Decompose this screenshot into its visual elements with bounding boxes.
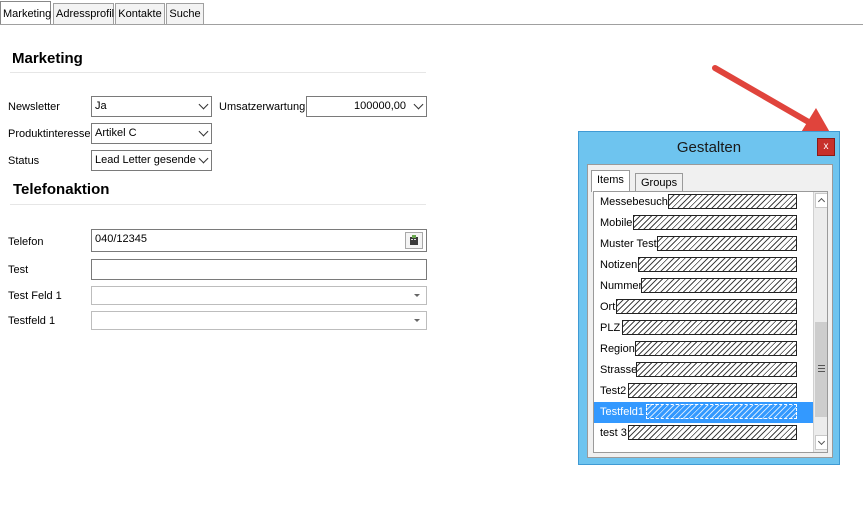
list-item-label: Test2: [600, 385, 627, 397]
produkt-label: Produktinteresse: [8, 128, 91, 140]
list-item[interactable]: Strasse: [594, 360, 814, 381]
umsatz-value: 100000,00: [354, 100, 406, 112]
scrollbar[interactable]: [813, 192, 827, 452]
hatched-field-bar[interactable]: [641, 278, 797, 293]
list-item-label: PLZ: [600, 322, 621, 334]
umsatz-label: Umsatzerwartung: [219, 101, 306, 113]
items-list[interactable]: Messebesuch Mobile Muster Test Notizen N…: [593, 191, 828, 453]
grip-icon: [818, 371, 825, 372]
list-item[interactable]: Muster Test: [594, 234, 814, 255]
list-item-label: Testfeld1: [600, 406, 645, 418]
list-item-label: Notizen: [600, 259, 638, 271]
list-item-label: Messebesuch: [600, 196, 668, 208]
list-item-label: Mobile: [600, 217, 633, 229]
newsletter-label: Newsletter: [8, 101, 60, 113]
list-item[interactable]: PLZ: [594, 318, 814, 339]
chevron-down-icon: [198, 153, 209, 164]
newsletter-value: Ja: [95, 100, 107, 112]
list-item-label: test 3: [600, 427, 627, 439]
hatched-field-bar[interactable]: [635, 341, 797, 356]
testfeld1-select[interactable]: [91, 286, 427, 305]
chevron-down-icon: [198, 99, 209, 110]
hatched-field-bar[interactable]: [657, 236, 797, 251]
dialog-body: Items Groups Messebesuch Mobile Muster T…: [587, 164, 833, 458]
dropdown-arrow-icon: [414, 294, 420, 297]
hatched-field-bar[interactable]: [628, 383, 797, 398]
scrollbar-thumb[interactable]: [815, 322, 827, 417]
telefon-value: 040/12345: [95, 233, 147, 245]
list-item-label: Ort: [600, 301, 616, 313]
tab-suche[interactable]: Suche: [166, 3, 204, 24]
chevron-down-icon: [198, 126, 209, 137]
tab-strip-border: [0, 24, 863, 25]
red-arrow-icon: [712, 65, 832, 136]
newsletter-select[interactable]: Ja: [91, 96, 212, 117]
chevron-down-icon: [413, 99, 424, 110]
tab-kontakte[interactable]: Kontakte: [115, 3, 165, 24]
chevron-down-icon: [817, 437, 826, 446]
list-item[interactable]: Messebesuch: [594, 192, 814, 213]
status-label: Status: [8, 155, 40, 167]
list-item-label: Muster Test: [600, 238, 657, 250]
test-label: Test: [8, 264, 29, 276]
testfeld1b-label: Testfeld 1: [8, 315, 56, 327]
hatched-field-bar[interactable]: [633, 215, 797, 230]
hatched-field-bar[interactable]: [646, 404, 797, 419]
phone-dial-icon[interactable]: [405, 232, 423, 249]
hatched-field-bar[interactable]: [616, 299, 797, 314]
hatched-field-bar[interactable]: [636, 362, 797, 377]
testfeld1b-select[interactable]: [91, 311, 427, 330]
grip-icon: [818, 368, 825, 369]
dialog-title: Gestalten: [676, 139, 742, 156]
list-item[interactable]: Ort: [594, 297, 814, 318]
telefon-field[interactable]: 040/12345: [91, 229, 427, 252]
umsatz-select[interactable]: 100000,00: [306, 96, 427, 117]
produkt-value: Artikel C: [95, 127, 137, 139]
list-item[interactable]: Mobile: [594, 213, 814, 234]
list-item-label: Nummer: [600, 280, 643, 292]
hatched-field-bar[interactable]: [622, 320, 797, 335]
list-item[interactable]: test 3: [594, 423, 814, 444]
list-item[interactable]: Notizen: [594, 255, 814, 276]
list-item[interactable]: Test2: [594, 381, 814, 402]
testfeld1-label: Test Feld 1: [8, 290, 62, 302]
scroll-down-button[interactable]: [815, 435, 827, 450]
list-item-label: Strasse: [600, 364, 638, 376]
chevron-up-icon: [817, 197, 826, 206]
tab-items[interactable]: Items: [591, 170, 630, 192]
list-item-label: Region: [600, 343, 635, 355]
close-button[interactable]: x: [817, 138, 835, 156]
tab-adressprofil[interactable]: Adressprofil: [53, 3, 114, 24]
gestalten-dialog: Gestalten x Items Groups Messebesuch Mob…: [578, 131, 840, 465]
section-title-marketing: Marketing: [12, 50, 83, 67]
dropdown-arrow-icon: [414, 319, 420, 322]
section-title-telefonaktion: Telefonaktion: [13, 181, 110, 198]
status-value: Lead Letter gesende: [95, 154, 196, 166]
tab-groups[interactable]: Groups: [635, 173, 684, 192]
list-item[interactable]: Nummer: [594, 276, 814, 297]
produkt-select[interactable]: Artikel C: [91, 123, 212, 144]
test-field[interactable]: [91, 259, 427, 280]
telefon-label: Telefon: [8, 236, 44, 248]
section-divider: [10, 72, 426, 73]
list-item[interactable]: Region: [594, 339, 814, 360]
section-divider: [10, 204, 426, 205]
status-select[interactable]: Lead Letter gesende: [91, 150, 212, 171]
grip-icon: [818, 365, 825, 366]
hatched-field-bar[interactable]: [638, 257, 797, 272]
list-item-selected[interactable]: Testfeld1: [594, 402, 814, 423]
scroll-up-button[interactable]: [815, 193, 827, 208]
hatched-field-bar[interactable]: [668, 194, 797, 209]
tab-marketing[interactable]: Marketing: [0, 1, 51, 25]
hatched-field-bar[interactable]: [628, 425, 797, 440]
